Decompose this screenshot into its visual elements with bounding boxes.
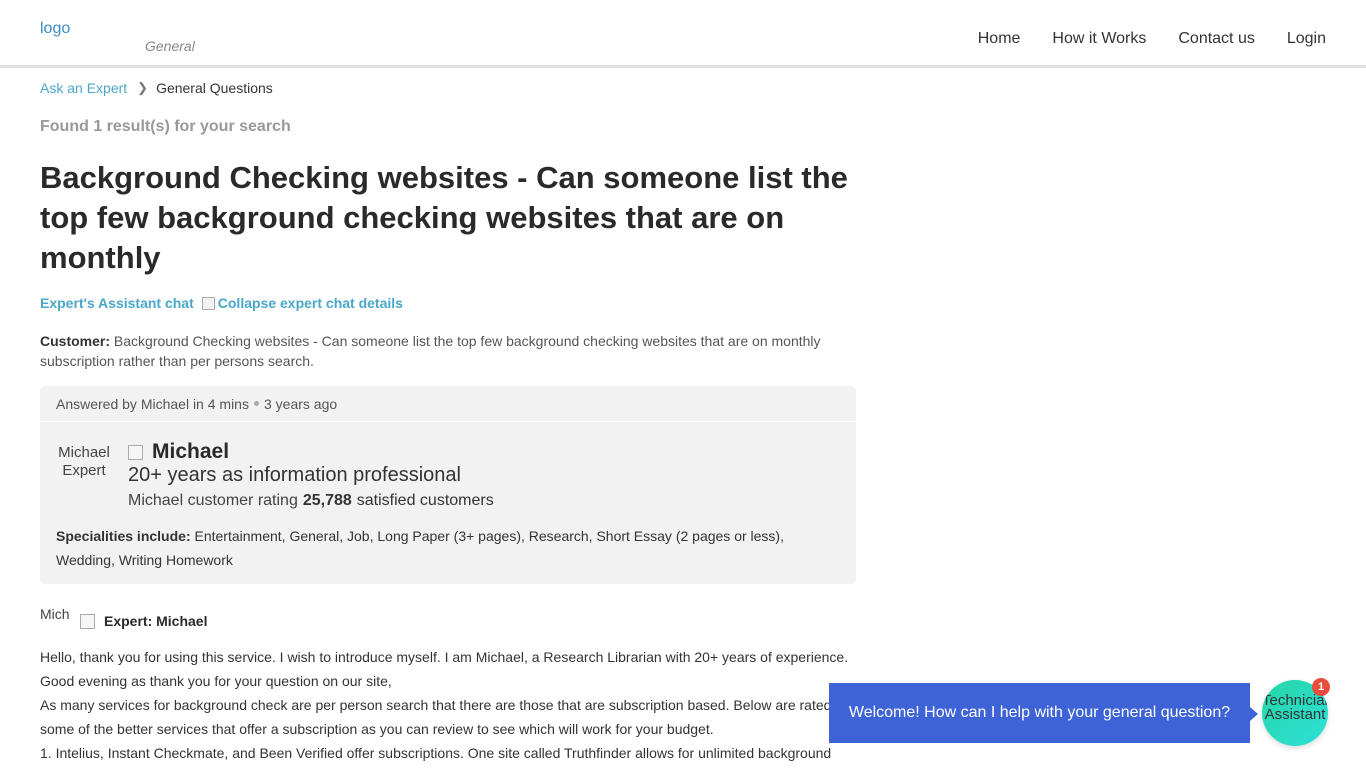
answer-header: Mich Expert: Michael	[40, 606, 207, 636]
breadcrumb: Ask an Expert ❯ General Questions	[40, 80, 273, 96]
expert-assistant-chat-link[interactable]: Expert's Assistant chat	[40, 295, 194, 311]
satisfied-count: 25,788	[302, 492, 352, 509]
expert-card: Answered by Michael in 4 mins 3 years ag…	[40, 386, 856, 584]
notification-badge: 1	[1312, 678, 1330, 696]
answer-line: Hello, thank you for using this service.…	[40, 649, 849, 665]
answered-by: Answered by Michael in 4 mins	[56, 395, 249, 412]
expert-name: Michael	[152, 440, 230, 463]
nav-home[interactable]: Home	[978, 30, 1021, 48]
answer-body: Hello, thank you for using this service.…	[40, 645, 860, 765]
verified-icon	[80, 613, 95, 629]
satisfied-label: satisfied customers	[356, 492, 494, 509]
verified-icon	[128, 444, 143, 460]
search-result-count: Found 1 result(s) for your search	[40, 118, 291, 135]
expert-name-row: Michael	[128, 440, 229, 464]
expert-avatar: Michael Expert	[58, 444, 110, 479]
welcome-chat-bubble[interactable]: Welcome! How can I help with your genera…	[829, 683, 1258, 743]
answer-line: Good evening as thank you for your quest…	[40, 673, 392, 689]
specialities-label: Specialities include:	[56, 528, 191, 544]
chevron-right-icon: ❯	[137, 80, 149, 95]
expert-rating: Michael customer rating 25,788 satisfied…	[128, 492, 494, 510]
specialities: Specialities include: Entertainment, Gen…	[56, 524, 846, 572]
nav-login[interactable]: Login	[1287, 30, 1326, 48]
rating-stars-icon: Michael customer rating	[128, 492, 298, 509]
main-nav: Home How it Works Contact us Login	[978, 30, 1326, 48]
customer-question: Customer: Background Checking websites -…	[40, 331, 850, 371]
separator-dot	[253, 401, 259, 406]
broken-image-icon	[201, 296, 215, 310]
expert-description: 20+ years as information professional	[128, 464, 461, 486]
customer-text: Background Checking websites - Can someo…	[40, 333, 821, 369]
logo[interactable]: logo	[40, 20, 70, 38]
page-title: Background Checking websites - Can someo…	[40, 160, 848, 275]
answer-line: As many services for background check ar…	[40, 697, 832, 713]
answer-expert-label: Expert: Michael	[104, 613, 208, 629]
welcome-message: Welcome! How can I help with your genera…	[848, 704, 1231, 721]
breadcrumb-current: General Questions	[156, 80, 273, 96]
expert-avatar-small: Mich	[40, 606, 70, 622]
collapse-chat-details-toggle[interactable]: Collapse expert chat details	[218, 295, 403, 311]
answer-line: 1. Intelius, Instant Checkmate, and Been…	[40, 745, 832, 761]
nav-how-it-works[interactable]: How it Works	[1052, 30, 1146, 48]
customer-label: Customer:	[40, 333, 111, 349]
expert-assistant-chat-row: Expert's Assistant chat Collapse expert …	[40, 295, 403, 311]
answer-line: some of the better services that offer a…	[40, 721, 714, 737]
nav-contact-us[interactable]: Contact us	[1178, 30, 1254, 48]
answered-time: 3 years ago	[263, 395, 338, 412]
category-label: General	[145, 38, 195, 54]
site-header: logo General Home How it Works Contact u…	[0, 0, 1366, 68]
breadcrumb-ask-an-expert[interactable]: Ask an Expert	[40, 80, 127, 96]
answered-info: Answered by Michael in 4 mins 3 years ag…	[40, 386, 856, 422]
